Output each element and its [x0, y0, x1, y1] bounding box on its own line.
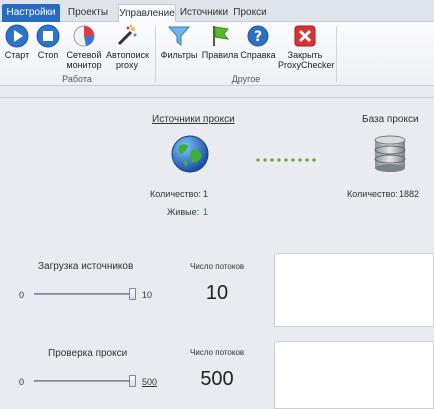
- load-slider-max: 10: [142, 290, 153, 300]
- tab-proxy[interactable]: Прокси: [230, 4, 270, 22]
- check-threads-value: 500: [200, 368, 234, 390]
- slider-thumb[interactable]: [129, 375, 136, 387]
- sources-count-label: Количество:: [150, 189, 201, 199]
- pie-chart-icon: [72, 24, 96, 48]
- network-monitor-button[interactable]: Сетевой монитор: [64, 24, 104, 70]
- stop-label: Стоп: [37, 50, 59, 60]
- load-threads-label: Число потоков: [190, 262, 245, 271]
- svg-text:?: ?: [254, 29, 262, 45]
- db-title: База прокси: [362, 114, 419, 125]
- rules-button[interactable]: Правила: [200, 24, 240, 60]
- tab-settings[interactable]: Настройки: [2, 4, 60, 22]
- stop-icon: [36, 24, 60, 48]
- slider-thumb[interactable]: [129, 288, 136, 300]
- globe-icon: [170, 134, 210, 174]
- group-label-other: Другое: [231, 74, 261, 84]
- group-separator: [155, 26, 156, 82]
- tab-control[interactable]: Управление: [118, 4, 176, 23]
- ribbon: Старт Стоп Сетевой монитор Автопоиск pro…: [0, 22, 434, 86]
- filters-button[interactable]: Фильтры: [160, 24, 198, 60]
- flag-icon: [208, 24, 232, 48]
- load-threads-value: 10: [205, 282, 229, 304]
- autosearch-label: Автопоиск proxy: [106, 50, 149, 70]
- check-threads-label: Число потоков: [190, 348, 245, 357]
- play-icon: [5, 24, 29, 48]
- load-sources-title: Загрузка источников: [38, 261, 134, 272]
- rules-label: Правила: [201, 50, 239, 60]
- help-button[interactable]: ? Справка: [240, 24, 276, 60]
- section-divider: [0, 97, 434, 98]
- slider-track: [34, 293, 136, 295]
- db-count-value: 1882: [399, 189, 420, 199]
- filters-label: Фильтры: [160, 50, 198, 60]
- check-slider-max[interactable]: 500: [142, 377, 157, 387]
- check-threads-slider[interactable]: [34, 375, 136, 387]
- check-proxy-title: Проверка прокси: [48, 348, 128, 359]
- alive-count-value: 1: [203, 207, 209, 217]
- tab-sources[interactable]: Источники: [178, 4, 230, 22]
- check-slider-min: 0: [19, 377, 25, 387]
- load-threads-slider[interactable]: [34, 288, 136, 300]
- load-slider-min: 0: [19, 290, 25, 300]
- load-graph-panel: [274, 253, 434, 327]
- group-label-work: Работа: [62, 74, 92, 84]
- check-graph-panel: [274, 341, 434, 409]
- sources-link[interactable]: Источники прокси: [152, 114, 235, 125]
- magic-wand-icon: [115, 24, 139, 48]
- close-proxychecker-button[interactable]: Закрыть ProxyChecker: [278, 24, 335, 70]
- start-button[interactable]: Старт: [2, 24, 32, 60]
- stop-button[interactable]: Стоп: [34, 24, 62, 60]
- close-label: Закрыть ProxyChecker: [278, 50, 335, 70]
- autosearch-proxy-button[interactable]: Автопоиск proxy: [106, 24, 149, 70]
- tab-projects[interactable]: Проекты: [62, 4, 114, 22]
- alive-label: Живые:: [167, 207, 200, 217]
- help-label: Справка: [240, 50, 276, 60]
- help-icon: ?: [246, 24, 270, 48]
- start-label: Старт: [4, 50, 30, 60]
- sources-count-value: 1: [203, 189, 209, 199]
- funnel-icon: [167, 24, 191, 48]
- monitor-label: Сетевой монитор: [66, 50, 102, 70]
- close-icon: [293, 24, 317, 48]
- group-separator: [336, 26, 337, 82]
- slider-track: [34, 380, 136, 382]
- tab-bar: Настройки Проекты Управление Источники П…: [0, 0, 434, 23]
- db-count-label: Количество:: [347, 189, 398, 199]
- connection-dots: [256, 154, 316, 162]
- database-icon: [370, 134, 410, 174]
